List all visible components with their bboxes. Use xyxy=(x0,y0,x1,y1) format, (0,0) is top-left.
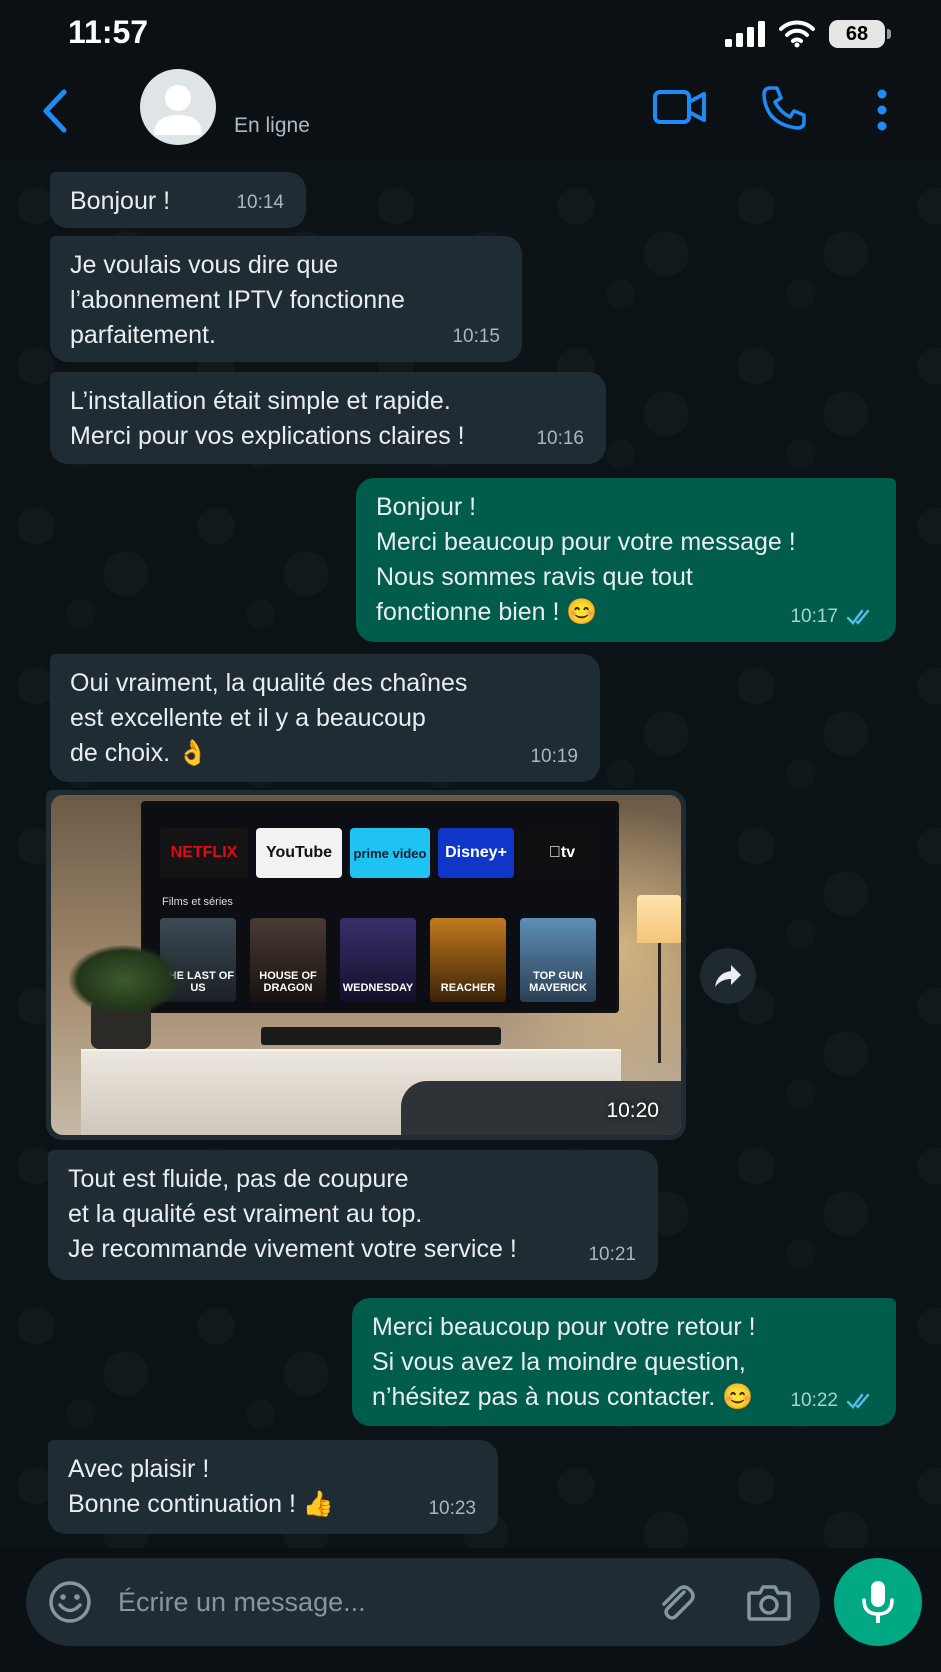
emoji-button[interactable] xyxy=(48,1580,92,1628)
app-label: tv xyxy=(554,844,575,861)
message-time: 10:14 xyxy=(236,192,284,213)
message-text: Je voulais vous dire que l’abonnement IP… xyxy=(70,251,405,349)
message-text: Oui vraiment, la qualité des chaînes est… xyxy=(70,669,468,767)
battery-indicator: 68 xyxy=(829,20,891,48)
message-time: 10:22 xyxy=(790,1383,874,1418)
more-vertical-icon xyxy=(877,89,887,131)
message-time: 10:19 xyxy=(530,746,578,767)
message-time: 10:16 xyxy=(536,428,584,449)
row-label: Films et séries xyxy=(162,896,233,908)
message-bubble-incoming[interactable]: L’installation était simple et rapide. M… xyxy=(50,372,606,464)
tv-streaming-photo[interactable]: NETFLIX YouTube prime video Disney+ tv … xyxy=(51,795,681,1135)
apple-icon:  xyxy=(549,844,561,862)
plant-leaves xyxy=(69,945,179,1015)
avatar[interactable] xyxy=(140,69,216,145)
chat-header: En ligne xyxy=(0,66,941,158)
app-tile-prime: prime video xyxy=(350,828,430,878)
paperclip-icon xyxy=(662,1585,695,1620)
chevron-left-icon xyxy=(43,89,67,133)
app-tile-youtube: YouTube xyxy=(256,828,342,878)
app-tile-appletv: tv xyxy=(524,828,600,878)
image-message[interactable]: NETFLIX YouTube prime video Disney+ tv … xyxy=(46,790,686,1140)
app-tile-disney: Disney+ xyxy=(438,828,514,878)
person-icon xyxy=(154,85,202,135)
microphone-button[interactable] xyxy=(834,1558,922,1646)
message-text: Tout est fluide, pas de coupure et la qu… xyxy=(68,1165,517,1263)
attach-button[interactable] xyxy=(654,1580,698,1628)
more-options-button[interactable] xyxy=(876,88,888,136)
message-bubble-incoming[interactable]: Avec plaisir ! Bonne continuation ! 👍 10… xyxy=(48,1440,498,1534)
message-bubble-outgoing[interactable]: Merci beaucoup pour votre retour ! Si vo… xyxy=(352,1298,896,1426)
message-time: 10:23 xyxy=(428,1498,476,1519)
message-bubble-incoming[interactable]: Bonjour ! 10:14 xyxy=(50,172,306,228)
status-time: 11:57 xyxy=(68,14,149,50)
tv-screen: NETFLIX YouTube prime video Disney+ tv … xyxy=(141,801,619,1013)
app-tile-netflix: NETFLIX xyxy=(160,828,248,878)
emoji-icon xyxy=(49,1581,91,1623)
signal-icon xyxy=(725,21,765,47)
status-bar: 11:57 68 xyxy=(0,0,941,66)
message-time: 10:15 xyxy=(452,326,500,347)
message-bubble-outgoing[interactable]: Bonjour ! Merci beaucoup pour votre mess… xyxy=(356,478,896,642)
camera-icon xyxy=(747,1585,791,1621)
message-bubble-incoming[interactable]: Tout est fluide, pas de coupure et la qu… xyxy=(48,1150,658,1280)
message-time: 10:21 xyxy=(588,1244,636,1265)
time-label: 10:22 xyxy=(790,1390,838,1411)
message-text: Avec plaisir ! Bonne continuation ! 👍 xyxy=(68,1455,335,1518)
phone-icon xyxy=(762,86,806,130)
message-bubble-incoming[interactable]: Oui vraiment, la qualité des chaînes est… xyxy=(50,654,600,782)
forward-icon xyxy=(715,965,741,987)
lamp-stand xyxy=(658,943,661,1063)
poster: WEDNESDAY xyxy=(340,918,416,1002)
poster: TOP GUN MAVERICK xyxy=(520,918,596,1002)
camera-button[interactable] xyxy=(746,1580,792,1628)
video-call-button[interactable] xyxy=(652,86,708,132)
contact-status: En ligne xyxy=(234,114,310,137)
message-bubble-incoming[interactable]: Je voulais vous dire que l’abonnement IP… xyxy=(50,236,522,362)
poster: REACHER xyxy=(430,918,506,1002)
video-camera-icon xyxy=(653,90,706,124)
lamp-shade xyxy=(637,895,681,943)
message-input[interactable] xyxy=(118,1576,648,1628)
message-time: 10:17 xyxy=(790,599,874,634)
message-text: L’installation était simple et rapide. M… xyxy=(70,387,465,450)
message-time: 10:20 xyxy=(606,1099,659,1122)
message-composer xyxy=(26,1558,820,1646)
back-button[interactable] xyxy=(34,84,78,138)
double-check-icon xyxy=(846,609,870,625)
wifi-icon xyxy=(779,20,815,48)
forward-button[interactable] xyxy=(700,948,756,1004)
poster: HOUSE OF DRAGON xyxy=(250,918,326,1002)
double-check-icon xyxy=(846,1393,870,1409)
status-icons: 68 xyxy=(725,18,891,50)
time-label: 10:17 xyxy=(790,606,838,627)
voice-call-button[interactable] xyxy=(760,84,808,136)
microphone-icon xyxy=(862,1581,894,1623)
soundbar xyxy=(261,1027,501,1045)
